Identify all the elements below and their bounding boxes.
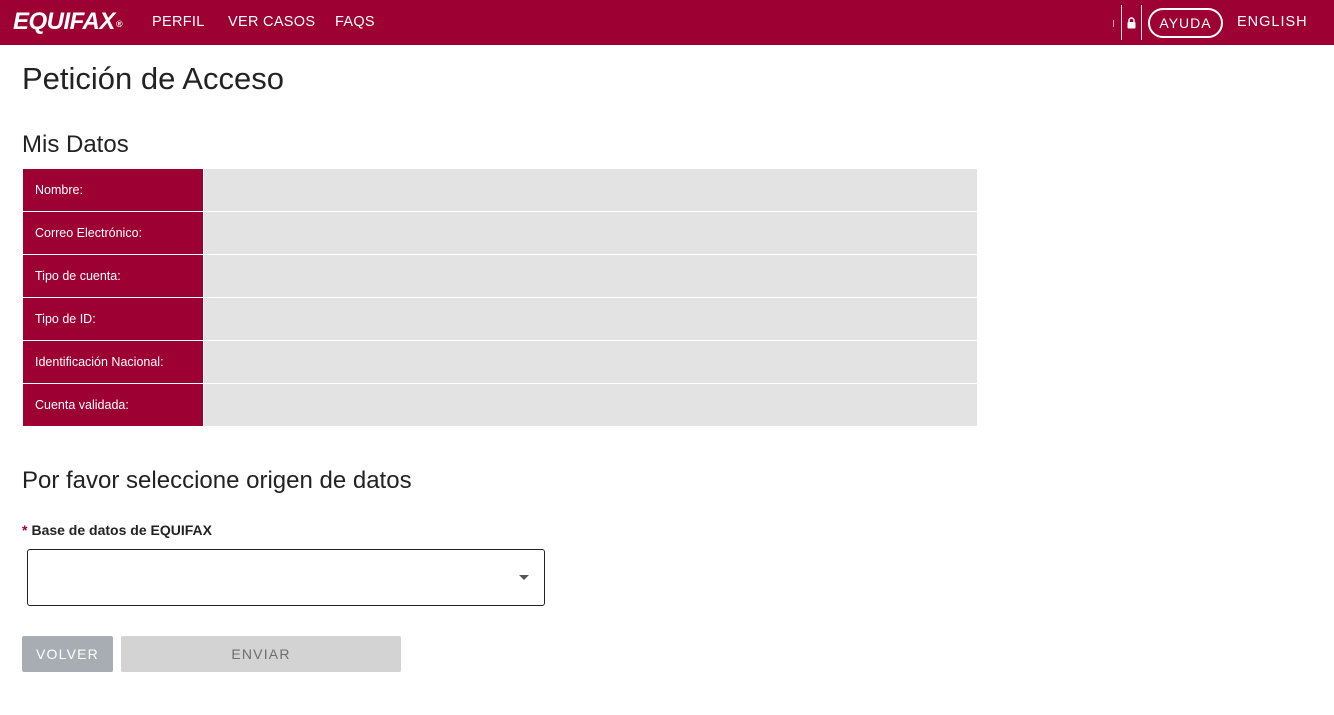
required-indicator: * <box>22 522 28 538</box>
data-source-field-label: * Base de datos de EQUIFAX <box>22 522 212 538</box>
page-title: Petición de Acceso <box>22 61 284 96</box>
language-toggle-link[interactable]: ENGLISH <box>1237 0 1308 45</box>
data-value <box>204 384 977 426</box>
data-row-identificacion: Identificación Nacional: <box>23 341 977 384</box>
data-value <box>204 341 977 383</box>
data-value <box>204 298 977 340</box>
data-row-cuenta-validada: Cuenta validada: <box>23 384 977 427</box>
data-label: Tipo de cuenta: <box>23 255 203 297</box>
data-source-select[interactable] <box>27 549 545 606</box>
chevron-down-icon <box>519 575 529 580</box>
lock-icon[interactable] <box>1127 17 1136 29</box>
submit-button[interactable]: ENVIAR <box>121 636 401 672</box>
data-value <box>204 169 977 211</box>
field-label-text: Base de datos de EQUIFAX <box>31 522 212 538</box>
data-value <box>204 255 977 297</box>
data-label: Identificación Nacional: <box>23 341 203 383</box>
nav-ver-casos-link[interactable]: VER CASOS <box>228 0 315 45</box>
my-data-section-title: Mis Datos <box>22 131 129 158</box>
back-button[interactable]: VOLVER <box>22 636 113 672</box>
nav-divider <box>1121 5 1122 40</box>
data-row-tipo-cuenta: Tipo de cuenta: <box>23 255 977 298</box>
nav-perfil-link[interactable]: PERFIL <box>152 0 205 45</box>
data-label: Cuenta validada: <box>23 384 203 426</box>
data-label: Tipo de ID: <box>23 298 203 340</box>
nav-divider <box>1141 5 1142 40</box>
data-label: Correo Electrónico: <box>23 212 203 254</box>
equifax-logo[interactable]: EQUIFAX® <box>13 9 123 35</box>
nav-faqs-link[interactable]: FAQS <box>335 0 375 45</box>
data-row-nombre: Nombre: <box>23 169 977 212</box>
my-data-table: Nombre: Correo Electrónico: Tipo de cuen… <box>23 169 977 427</box>
help-button[interactable]: AYUDA <box>1148 8 1223 38</box>
data-value <box>204 212 977 254</box>
data-row-correo: Correo Electrónico: <box>23 212 977 255</box>
top-navigation-bar: EQUIFAX® PERFIL VER CASOS FAQS AYUDA ENG… <box>0 0 1334 45</box>
data-row-tipo-id: Tipo de ID: <box>23 298 977 341</box>
data-label: Nombre: <box>23 169 203 211</box>
nav-divider-mark <box>1113 20 1114 27</box>
data-source-heading: Por favor seleccione origen de datos <box>22 467 412 494</box>
